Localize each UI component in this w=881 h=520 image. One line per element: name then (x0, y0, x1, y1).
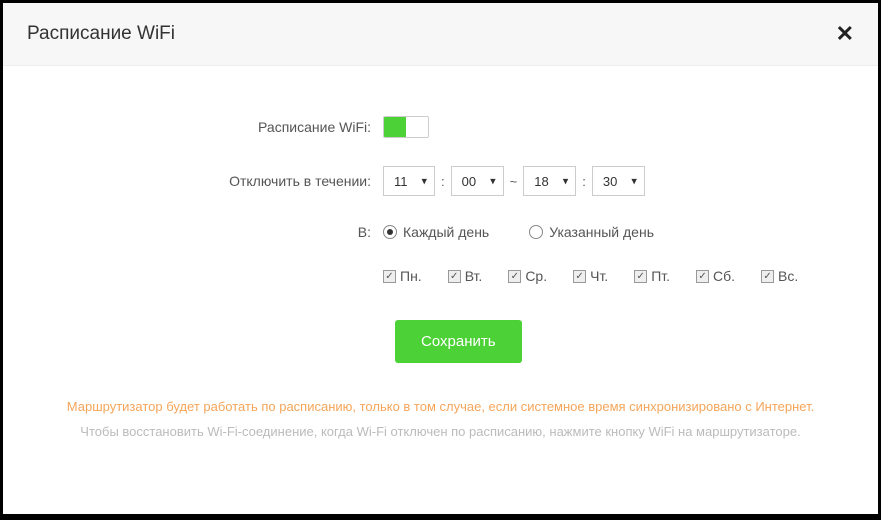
day-thu[interactable]: Чт. (573, 268, 608, 284)
checkbox-icon (761, 270, 774, 283)
checkbox-icon (573, 270, 586, 283)
day-sat[interactable]: Сб. (696, 268, 735, 284)
row-days: Пн. Вт. Ср. Чт. (43, 268, 838, 284)
checkbox-icon (448, 270, 461, 283)
hint-note: Чтобы восстановить Wi-Fi-соединение, ког… (43, 424, 838, 439)
day-label: Сб. (713, 268, 735, 284)
end-hour-select[interactable]: 18 (523, 166, 576, 196)
checkbox-icon (508, 270, 521, 283)
disable-during-label: Отключить в течении: (43, 173, 383, 189)
modal-body: Расписание WiFi: Отключить в течении: 11… (3, 66, 878, 514)
radio-specific-day[interactable]: Указанный день (529, 224, 654, 240)
day-label: Вс. (778, 268, 798, 284)
day-mon[interactable]: Пн. (383, 268, 422, 284)
row-schedule-toggle: Расписание WiFi: (43, 116, 838, 138)
day-wed[interactable]: Ср. (508, 268, 547, 284)
start-min-select[interactable]: 00 (451, 166, 504, 196)
day-fri[interactable]: Пт. (634, 268, 670, 284)
row-mode: В: Каждый день Указанный день (43, 224, 838, 240)
days-in-label: В: (43, 224, 383, 240)
day-label: Вт. (465, 268, 483, 284)
schedule-toggle[interactable] (383, 116, 429, 138)
tilde-separator: ~ (510, 174, 518, 189)
modal-header: Расписание WiFi ✕ (3, 3, 878, 66)
checkbox-icon (383, 270, 396, 283)
checkbox-icon (634, 270, 647, 283)
wifi-schedule-modal: Расписание WiFi ✕ Расписание WiFi: Отклю… (3, 3, 878, 514)
day-label: Пн. (400, 268, 422, 284)
close-icon[interactable]: ✕ (836, 21, 854, 47)
radio-icon (383, 225, 397, 239)
day-label: Чт. (590, 268, 608, 284)
end-min-select[interactable]: 30 (592, 166, 645, 196)
day-label: Ср. (525, 268, 547, 284)
start-hour-select[interactable]: 11 (383, 166, 435, 196)
day-tue[interactable]: Вт. (448, 268, 483, 284)
radio-specific-day-label: Указанный день (549, 224, 654, 240)
colon-separator: : (441, 174, 445, 189)
modal-title: Расписание WiFi (27, 23, 175, 45)
radio-icon (529, 225, 543, 239)
radio-every-day-label: Каждый день (403, 224, 489, 240)
colon-separator-2: : (582, 174, 586, 189)
day-label: Пт. (651, 268, 670, 284)
warning-note: Маршрутизатор будет работать по расписан… (43, 399, 838, 414)
schedule-label: Расписание WiFi: (43, 119, 383, 135)
save-button[interactable]: Сохранить (395, 320, 522, 363)
row-time-range: Отключить в течении: 11 : 00 ~ 18 (43, 166, 838, 196)
checkbox-icon (696, 270, 709, 283)
radio-every-day[interactable]: Каждый день (383, 224, 489, 240)
day-sun[interactable]: Вс. (761, 268, 798, 284)
